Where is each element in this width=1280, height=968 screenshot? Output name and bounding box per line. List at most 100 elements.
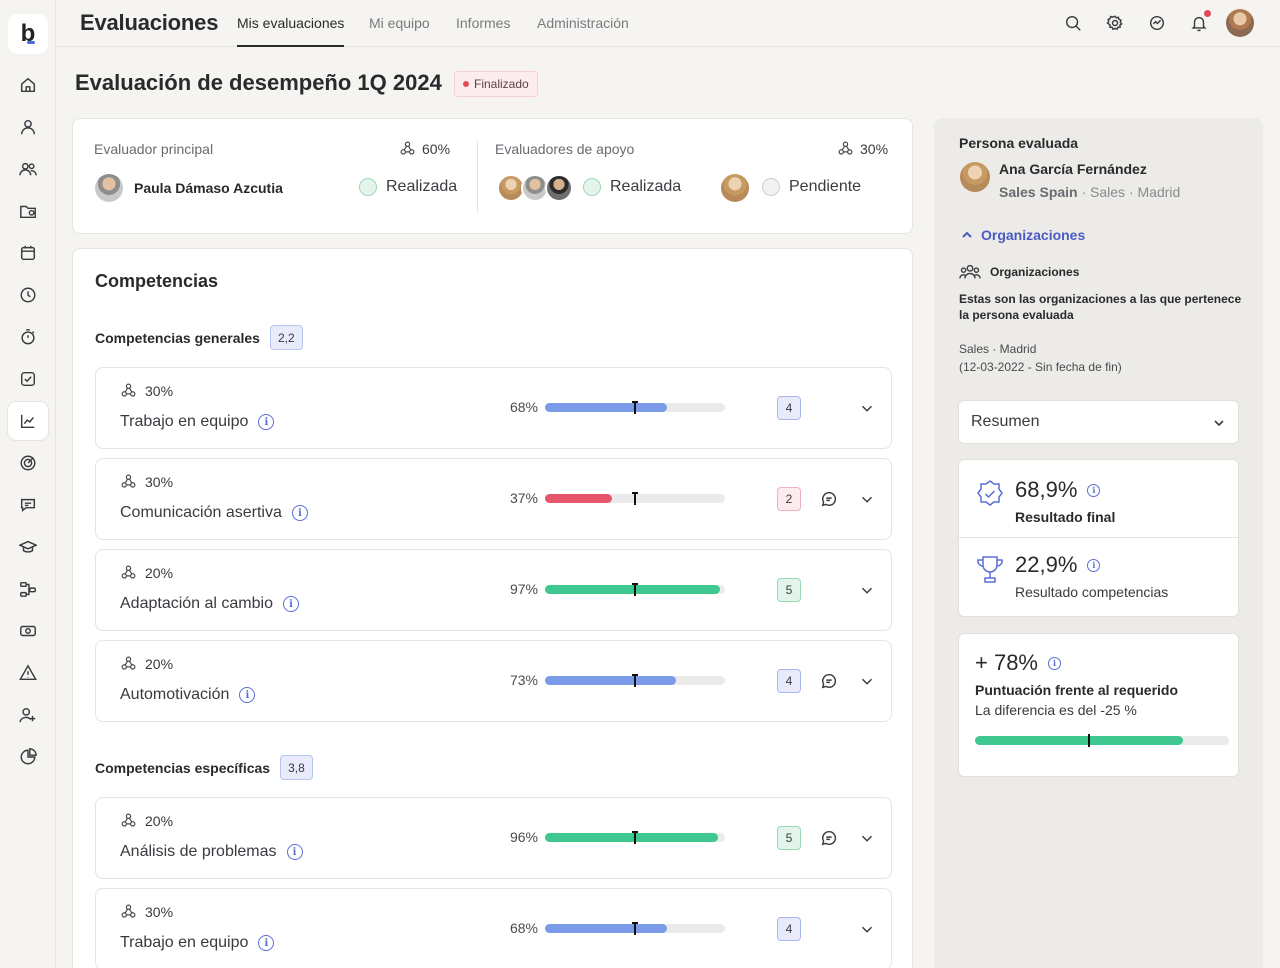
competency-bar [545,922,725,935]
chat-icon[interactable] [8,486,48,524]
evaluated-dept: · Sales · Madrid [1077,184,1181,200]
info-icon[interactable]: i [258,414,275,430]
comment-icon[interactable] [820,490,838,508]
required-marker [632,828,638,847]
folder-icon[interactable] [8,192,48,230]
settings-icon[interactable] [1104,12,1126,34]
weight-icon [121,383,136,397]
competency-row[interactable]: 30% Comunicación asertiva i 37% 2 [95,458,892,540]
main-evaluator-state: Realizada [359,178,457,196]
comment-icon[interactable] [820,829,838,847]
chevron-down-icon[interactable] [858,581,876,599]
user-add-icon[interactable] [8,696,48,734]
required-score-label: Puntuación frente al requerido [975,682,1179,698]
clock-icon[interactable] [8,276,48,314]
competency-row[interactable]: 30% Trabajo en equipo i 68% 4 [95,367,892,449]
competency-name-text: Análisis de problemas [120,843,277,860]
state-text: Realizada [610,178,682,195]
competency-weight-value: 30% [145,473,174,490]
competency-row[interactable]: 20% Automotivación i 73% 4 [95,640,892,722]
tab-mi-equipo[interactable]: Mi equipo [369,15,430,47]
competency-weight: 20% [120,564,173,581]
support-state-done: Realizada [583,178,681,196]
team-icon[interactable] [8,150,48,188]
group-title-text: Competencias generales [95,329,260,346]
chevron-down-icon[interactable] [858,399,876,417]
home-icon[interactable] [8,66,48,104]
competency-row[interactable]: 20% Análisis de problemas i 96% 5 [95,797,892,879]
logo-accent [27,41,35,44]
required-marker [632,919,638,938]
required-score-value: + 78% i [975,650,1061,676]
timer-icon[interactable] [8,318,48,356]
status-badge: Finalizado [454,71,538,97]
graduation-icon[interactable] [8,528,48,566]
competency-score: 4 [777,669,801,693]
state-done-circle [359,178,377,196]
logo[interactable]: b [8,14,48,54]
tab-informes[interactable]: Informes [456,15,510,47]
summary-select[interactable]: Resumen [958,400,1239,444]
state-text: Realizada [386,178,458,195]
competency-bar-fill [545,833,718,842]
search-icon[interactable] [1062,12,1084,34]
competency-row[interactable]: 20% Adaptación al cambio i 97% 5 [95,549,892,631]
competencies-result-label: Resultado competencias [1015,584,1169,600]
organizations-toggle[interactable]: Organizaciones [961,227,1085,243]
divider [477,141,478,213]
workflow-icon[interactable] [8,570,48,608]
user-icon[interactable] [8,108,48,146]
main-evaluator-weight: 60% [399,140,450,157]
badge-icon [977,480,1003,506]
competency-weight-value: 20% [145,655,174,672]
weight-icon [121,474,136,488]
alert-icon[interactable] [8,654,48,692]
chevron-down-icon[interactable] [858,490,876,508]
comment-icon[interactable] [820,672,838,690]
info-icon[interactable]: i [291,505,308,521]
competency-bar [545,583,725,596]
money-icon[interactable] [8,612,48,650]
evaluated-label: Persona evaluada [959,135,1079,151]
bell-icon[interactable] [1188,10,1211,34]
competency-row[interactable]: 30% Trabajo en equipo i 68% 4 [95,888,892,968]
check-icon[interactable] [8,360,48,398]
competency-weight: 30% [120,903,173,920]
info-icon[interactable]: i [239,687,256,703]
group-title: Competencias generales 2,2 [95,325,303,350]
pie-chart-icon[interactable] [8,738,48,776]
tab-administracion[interactable]: Administración [537,15,629,47]
tab-mis-evaluaciones[interactable]: Mis evaluaciones [237,15,345,47]
chevron-down-icon[interactable] [858,920,876,938]
required-score-bar [975,734,1229,747]
competency-weight: 20% [120,812,173,829]
calendar-icon[interactable] [8,234,48,272]
info-icon[interactable]: i [1048,656,1061,670]
info-icon[interactable]: i [286,844,303,860]
status-text: Finalizado [474,77,529,91]
support-state-pending: Pendiente [762,178,861,196]
summary-select-value: Resumen [971,413,1040,430]
evaluated-company: Sales Spain [999,184,1078,200]
chart-icon[interactable] [8,402,48,440]
competency-weight-value: 30% [145,382,174,399]
user-avatar[interactable] [1226,9,1254,37]
info-icon[interactable]: i [258,935,275,951]
target-icon[interactable] [8,444,48,482]
chevron-down-icon[interactable] [858,829,876,847]
competency-bar [545,492,725,505]
competency-percent: 37% [509,490,538,506]
state-text: Pendiente [789,178,862,195]
competency-name-text: Adaptación al cambio [120,595,273,612]
competency-percent: 73% [509,672,538,688]
activity-icon[interactable] [1146,12,1168,34]
organization-info: Sales · Madrid (12-03-2022 - Sin fecha d… [959,340,1122,376]
info-icon[interactable]: i [1087,483,1101,497]
competency-weight: 20% [120,655,173,672]
info-icon[interactable]: i [282,596,299,612]
weight-icon [838,141,853,155]
competency-name-text: Trabajo en equipo [120,934,249,951]
chevron-down-icon[interactable] [858,672,876,690]
info-icon[interactable]: i [1087,558,1101,572]
competency-percent: 97% [509,581,538,597]
